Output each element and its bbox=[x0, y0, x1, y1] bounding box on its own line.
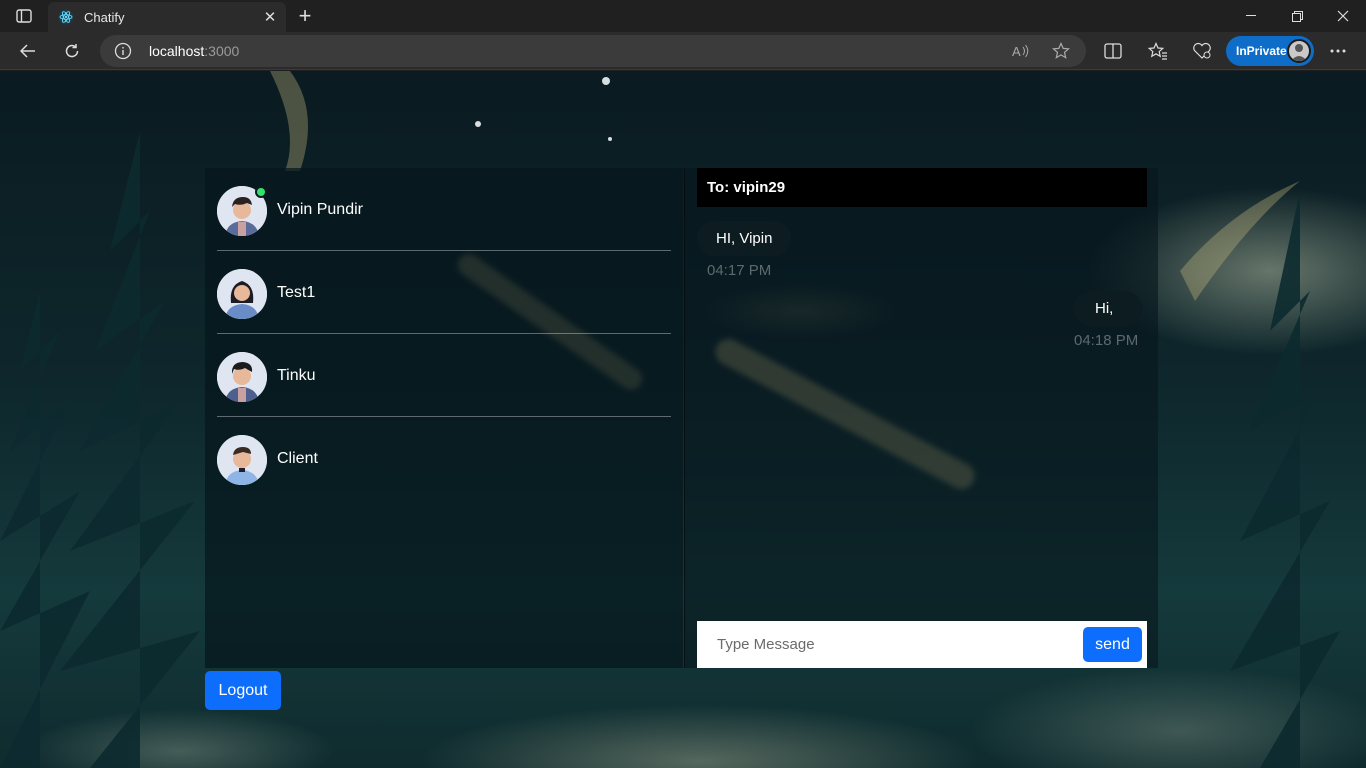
avatar bbox=[217, 352, 267, 402]
chat-recipient-header: To: vipin29 bbox=[697, 168, 1147, 207]
chat-panel: To: vipin29 HI, Vipin 04:17 PM Hi, 04:18… bbox=[684, 168, 1158, 668]
restore-icon[interactable] bbox=[1274, 0, 1320, 32]
browser-tab-bar: Chatify ✕ + bbox=[0, 0, 1366, 32]
avatar bbox=[217, 269, 267, 319]
logout-button[interactable]: Logout bbox=[205, 671, 281, 710]
refresh-icon[interactable] bbox=[57, 36, 87, 66]
url-text[interactable]: localhost:3000 bbox=[149, 43, 239, 59]
contact-item[interactable]: Client bbox=[217, 417, 671, 500]
send-button[interactable]: send bbox=[1083, 627, 1142, 662]
inprivate-label: InPrivate bbox=[1236, 44, 1287, 58]
split-screen-icon[interactable] bbox=[1098, 36, 1128, 66]
svg-text:A: A bbox=[1012, 44, 1021, 59]
online-status-indicator bbox=[255, 186, 267, 198]
tab-actions-icon[interactable] bbox=[10, 6, 38, 26]
browser-essentials-icon[interactable] bbox=[1187, 36, 1217, 66]
browser-tab-active[interactable]: Chatify ✕ bbox=[48, 2, 286, 32]
url-port: :3000 bbox=[204, 43, 240, 59]
favorite-star-icon[interactable] bbox=[1051, 41, 1071, 61]
contact-name: Tinku bbox=[277, 367, 316, 384]
info-icon[interactable] bbox=[114, 42, 132, 60]
favorites-icon[interactable] bbox=[1143, 36, 1173, 66]
contact-name: Client bbox=[277, 450, 318, 467]
contact-item[interactable]: Test1 bbox=[217, 251, 671, 334]
message-sent: Hi, 04:18 PM bbox=[1074, 291, 1143, 349]
contact-name: Test1 bbox=[277, 284, 316, 301]
new-tab-icon[interactable]: + bbox=[292, 3, 318, 28]
message-composer: send bbox=[697, 621, 1147, 668]
url-host: localhost bbox=[149, 43, 205, 59]
close-tab-icon[interactable]: ✕ bbox=[260, 7, 280, 27]
message-bubble: Hi, bbox=[1074, 291, 1143, 326]
contact-name: Vipin Pundir bbox=[277, 201, 363, 218]
contact-item[interactable]: Tinku bbox=[217, 334, 671, 417]
message-received: HI, Vipin 04:17 PM bbox=[697, 221, 792, 279]
message-timestamp: 04:18 PM bbox=[1074, 332, 1139, 349]
back-arrow-icon[interactable] bbox=[13, 36, 43, 66]
address-bar[interactable]: localhost:3000 A bbox=[100, 35, 1086, 67]
react-logo-icon bbox=[58, 9, 74, 25]
read-aloud-icon[interactable]: A bbox=[1011, 41, 1031, 61]
close-window-icon[interactable] bbox=[1320, 0, 1366, 32]
message-bubble: HI, Vipin bbox=[697, 221, 792, 256]
page-content: Vipin Pundir Test1 Tinku Client To: vipi… bbox=[0, 71, 1366, 768]
profile-avatar-icon bbox=[1287, 39, 1311, 63]
contacts-panel: Vipin Pundir Test1 Tinku Client bbox=[205, 168, 683, 668]
browser-toolbar: localhost:3000 A InPrivate bbox=[0, 32, 1366, 70]
minimize-icon[interactable] bbox=[1228, 0, 1274, 32]
message-timestamp: 04:17 PM bbox=[707, 262, 772, 279]
more-options-icon[interactable] bbox=[1323, 36, 1353, 66]
avatar bbox=[217, 435, 267, 485]
contact-item[interactable]: Vipin Pundir bbox=[217, 168, 671, 251]
tab-title: Chatify bbox=[84, 9, 125, 25]
message-input[interactable] bbox=[697, 621, 1077, 668]
inprivate-badge[interactable]: InPrivate bbox=[1226, 36, 1314, 66]
